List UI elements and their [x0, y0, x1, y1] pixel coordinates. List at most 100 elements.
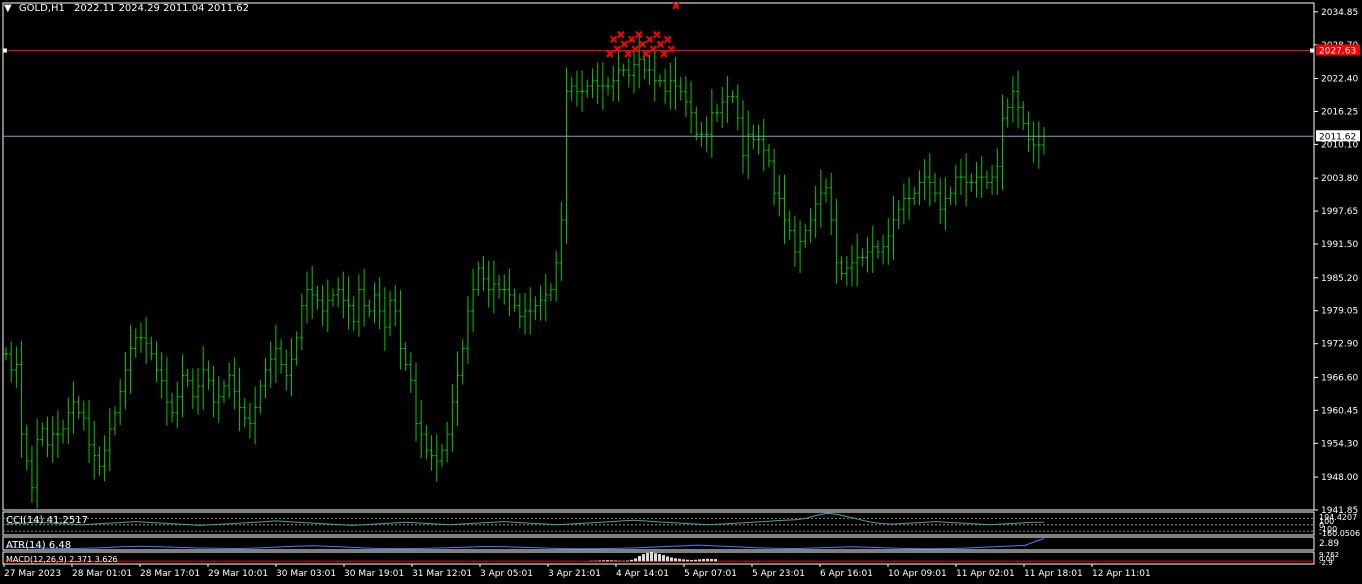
price-tag-bid-label: 2011.62	[1319, 132, 1356, 142]
ohlc-bar	[865, 236, 870, 273]
window-menu-icon[interactable]: ▼	[4, 3, 12, 14]
ohlc-bar	[523, 293, 527, 335]
ohlc-bar	[647, 54, 652, 86]
macd-bar	[614, 560, 617, 562]
sell-marker-icon	[649, 45, 657, 53]
price-tag-red-label: 2027.63	[1319, 47, 1356, 57]
sell-marker-icon	[606, 50, 614, 58]
ohlc-bar	[958, 159, 963, 196]
sell-marker-icon	[660, 50, 668, 58]
main-frame	[2, 2, 1315, 511]
macd-bar	[638, 556, 641, 562]
price-chart-svg[interactable]: 2034.852028.702022.402016.252010.102003.…	[0, 0, 1362, 584]
ohlc-bar	[761, 118, 766, 172]
ohlc-bar	[621, 63, 626, 77]
ohlc-bar	[626, 57, 631, 88]
ohlc-bar	[564, 67, 569, 244]
ohlc-bar	[725, 75, 730, 123]
macd-bar	[674, 558, 677, 562]
ohlc-bar	[543, 274, 548, 322]
macd-bar	[678, 558, 681, 562]
ohlc-bar	[185, 368, 190, 388]
x-tick-label: 3 Apr 05:01	[480, 569, 533, 579]
macd-bar	[666, 556, 669, 562]
ohlc-bar	[517, 293, 522, 329]
ohlc-bar	[1016, 70, 1021, 129]
ohlc-bar	[429, 435, 434, 471]
ohlc-bar	[969, 173, 974, 192]
x-tick-label: 28 Mar 17:01	[140, 569, 200, 579]
ohlc-bar	[652, 49, 657, 102]
ohlc-bar	[855, 233, 860, 287]
ohlc-bar	[554, 250, 559, 302]
macd-bar	[634, 558, 637, 562]
ohlc-bar	[829, 172, 834, 236]
macd-bar	[602, 560, 605, 562]
sell-marker-icon	[656, 40, 665, 48]
ohlc-bar	[1036, 121, 1041, 169]
ohlc-label: 2022.11 2024.29 2011.04 2011.62	[74, 3, 249, 14]
ohlc-bar	[336, 277, 341, 308]
macd-bar	[658, 554, 661, 562]
ohlc-bar	[766, 143, 771, 168]
x-tick-label: 11 Apr 02:01	[956, 569, 1015, 579]
ohlc-bar	[1005, 98, 1010, 128]
ohlc-bar	[927, 153, 932, 207]
ohlc-bar	[118, 379, 123, 425]
ohlc-bar	[299, 293, 304, 350]
ohlc-bar	[460, 339, 465, 385]
ohlc-bar	[123, 351, 128, 410]
macd-bar	[694, 559, 697, 562]
ohlc-bar	[40, 422, 45, 446]
ohlc-bar	[175, 381, 180, 428]
x-tick-label: 30 Mar 19:01	[344, 569, 404, 579]
sell-marker-icon	[631, 45, 639, 53]
ohlc-bar	[860, 248, 865, 267]
sell-marker-icon	[638, 40, 647, 48]
ohlc-bar	[606, 76, 611, 96]
ohlc-bar	[585, 79, 590, 98]
y-tick-label: 1954.30	[1321, 439, 1358, 449]
ohlc-bar	[839, 256, 844, 280]
ohlc-bar	[870, 225, 875, 273]
line-handle-right	[1310, 48, 1314, 53]
ohlc-bar	[533, 296, 538, 321]
ohlc-bar	[912, 186, 917, 205]
ohlc-bar	[507, 268, 512, 316]
ohlc-bar	[398, 290, 403, 370]
ohlc-bar	[683, 76, 688, 118]
ohlc-bar	[71, 381, 76, 434]
ohlc-bar	[580, 70, 585, 113]
ohlc-bar	[590, 68, 595, 99]
ohlc-bar	[938, 178, 943, 225]
ohlc-bar	[933, 173, 938, 203]
chart-window[interactable]: 2034.852028.702022.402016.252010.102003.…	[0, 0, 1362, 584]
ohlc-bar	[29, 445, 34, 503]
ohlc-bar	[330, 288, 335, 307]
ohlc-bar	[253, 386, 258, 445]
ohlc-bar	[356, 274, 361, 337]
ohlc-bar	[1010, 76, 1015, 123]
ohlc-bar	[216, 375, 221, 423]
ohlc-bar	[164, 356, 169, 426]
ohlc-bar	[294, 331, 299, 366]
ohlc-bar	[803, 224, 808, 248]
ohlc-bar	[990, 164, 995, 195]
ohlc-bar	[886, 218, 891, 265]
macd-bar	[682, 559, 685, 562]
y-tick-label: 1985.20	[1321, 274, 1358, 284]
ohlc-bar	[144, 316, 149, 365]
y-tick-label: 1960.45	[1321, 406, 1358, 416]
ohlc-bar	[818, 169, 823, 228]
ohlc-bar	[445, 421, 450, 463]
ohlc-bar	[403, 342, 408, 371]
ohlc-bar	[159, 351, 164, 399]
macd-bar	[626, 560, 629, 562]
macd-bar	[702, 558, 705, 562]
ohlc-bar	[715, 103, 720, 123]
ohlc-bar	[310, 265, 315, 319]
ohlc-bar	[538, 285, 543, 321]
ohlc-bar	[14, 346, 19, 388]
x-tick-label: 5 Apr 23:01	[752, 569, 805, 579]
ohlc-bar	[491, 260, 496, 314]
